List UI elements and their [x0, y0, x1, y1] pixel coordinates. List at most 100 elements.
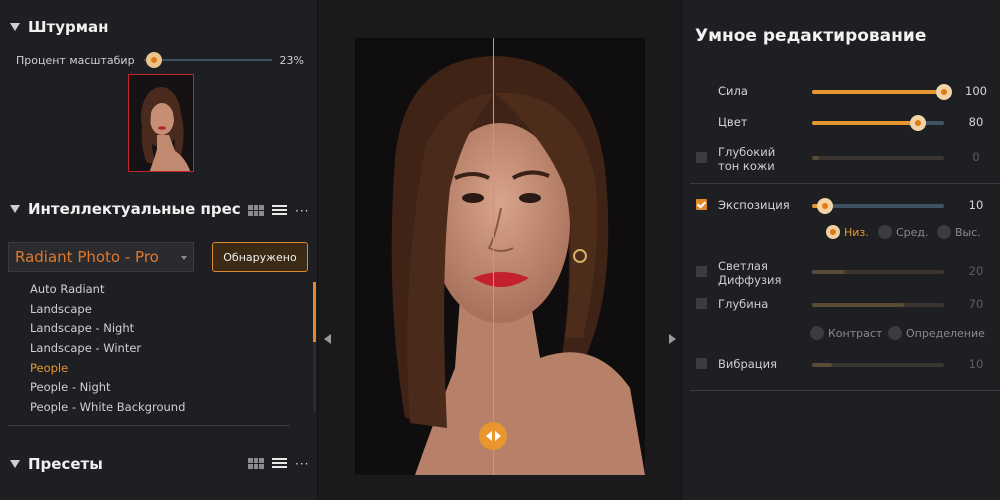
collapse-triangle-icon[interactable] [10, 23, 20, 31]
preset-item[interactable]: People - Night [30, 378, 300, 398]
list-view-icon[interactable] [272, 205, 287, 216]
arrow-right-icon [494, 431, 501, 441]
divider [690, 183, 1000, 184]
preset-item[interactable]: People - White Background [30, 398, 300, 418]
control-label: Глубина [718, 297, 769, 311]
zoom-slider-handle[interactable] [146, 52, 163, 68]
navigator-header[interactable]: Штурман [10, 18, 109, 36]
portrait-thumbnail-image [129, 75, 193, 171]
before-after-divider[interactable] [493, 38, 494, 475]
next-image-icon[interactable] [669, 334, 676, 344]
control-slider-fill [812, 363, 832, 367]
preset-list-scroll-thumb[interactable] [313, 282, 316, 342]
mode-radio[interactable]: Определение [888, 326, 985, 340]
ai-preset-list: Auto Radiant Landscape Landscape - Night La… [30, 280, 300, 418]
control-value: 0 [972, 150, 980, 164]
enable-checkbox[interactable] [696, 298, 707, 309]
control-slider[interactable] [812, 84, 952, 100]
control-slider-handle[interactable] [909, 115, 926, 131]
control-slider[interactable] [812, 156, 944, 160]
preset-list-scrollbar[interactable] [313, 282, 316, 412]
preview-area [319, 0, 681, 500]
mode-radio[interactable]: Выс. [937, 225, 981, 239]
smart-edit-panel: Умное редактирование Сила 100 Цвет 80 Глубок… [681, 0, 1000, 500]
mode-radio-label: Сред. [896, 225, 929, 239]
control-label: Светлая Диффузия [718, 259, 782, 287]
mode-radio[interactable]: Контраст [810, 326, 882, 340]
radio-dot-icon [878, 225, 892, 239]
zoom-label: Процент масштабиро [16, 53, 134, 67]
ai-presets-header[interactable]: Интеллектуальные пресеты ··· [10, 200, 310, 218]
before-after-photo[interactable] [355, 38, 645, 475]
control-slider[interactable] [812, 363, 944, 367]
ai-presets-view-controls: ··· [248, 205, 309, 217]
control-label: Глубокий тон кожи [718, 145, 776, 173]
control-slider-fill [812, 270, 845, 274]
control-label: Вибрация [718, 357, 778, 371]
more-options-icon[interactable]: ··· [295, 458, 309, 470]
preset-item[interactable]: Landscape - Night [30, 319, 300, 339]
control-slider-handle[interactable] [936, 84, 952, 100]
control-value: 10 [968, 357, 984, 371]
enable-checkbox[interactable] [696, 266, 707, 277]
zoom-value: 23% [279, 53, 304, 67]
preset-item[interactable]: Landscape - Winter [30, 339, 300, 359]
previous-image-icon[interactable] [324, 334, 331, 344]
divider [8, 425, 290, 426]
presets-header[interactable]: Пресеты ··· [10, 455, 310, 473]
enable-checkbox[interactable] [696, 199, 707, 210]
zoom-row: Процент масштабиро 23% [16, 52, 304, 68]
left-panel: Штурман Процент масштабиро 23% Интеллект… [0, 0, 318, 500]
smart-edit-title: Умное редактирование [695, 26, 927, 46]
radio-dot-icon [888, 326, 902, 340]
grid-view-icon[interactable] [248, 205, 264, 216]
enable-checkbox[interactable] [696, 152, 707, 163]
more-options-icon[interactable]: ··· [295, 205, 309, 217]
list-view-icon[interactable] [272, 458, 287, 469]
mode-radio-group: Контраст Определение [682, 326, 1000, 344]
mode-radio-group: Низ. Сред. Выс. [682, 225, 1000, 243]
navigator-thumbnail[interactable] [128, 74, 194, 172]
preset-pack-select[interactable]: Radiant Photo - Pro [8, 242, 194, 272]
radio-dot-icon [810, 326, 824, 340]
preset-item[interactable]: Landscape [30, 300, 300, 320]
mode-radio[interactable]: Сред. [878, 225, 929, 239]
control-slider[interactable] [812, 270, 944, 274]
grid-view-icon[interactable] [248, 458, 264, 469]
radio-dot-icon [937, 225, 951, 239]
radio-dot-icon [826, 225, 840, 239]
control-slider[interactable] [812, 115, 944, 131]
presets-view-controls: ··· [248, 458, 309, 470]
arrow-left-icon [485, 431, 492, 441]
mode-radio-label: Низ. [844, 225, 869, 239]
control-slider-fill [812, 156, 819, 160]
control-slider[interactable] [812, 303, 944, 307]
preset-pack-value: Radiant Photo - Pro [15, 248, 159, 266]
control-label: Цвет [718, 115, 748, 129]
control-value: 10 [968, 198, 984, 212]
preset-item[interactable]: Auto Radiant [30, 280, 300, 300]
control-label: Экспозиция [718, 198, 790, 212]
divider [690, 390, 1000, 391]
collapse-triangle-icon[interactable] [10, 460, 20, 468]
before-after-handle[interactable] [479, 422, 507, 450]
mode-radio-label: Контраст [828, 326, 883, 340]
control-value: 20 [968, 264, 984, 278]
collapse-triangle-icon[interactable] [10, 205, 20, 213]
control-slider[interactable] [812, 198, 944, 214]
mode-radio-label: Выс. [955, 225, 981, 239]
control-slider-handle[interactable] [817, 198, 834, 214]
control-value: 70 [968, 297, 984, 311]
chevron-down-icon [181, 256, 187, 260]
zoom-slider[interactable] [143, 52, 272, 68]
enable-checkbox[interactable] [696, 358, 707, 369]
mode-radio-label: Определение [906, 326, 985, 340]
detect-button[interactable]: Обнаружено [212, 242, 308, 272]
control-slider-fill [812, 90, 944, 94]
control-value: 100 [965, 84, 987, 98]
control-slider-fill [812, 303, 905, 307]
mode-radio[interactable]: Низ. [826, 225, 869, 239]
control-slider-fill [812, 121, 918, 125]
navigator-title: Штурман [28, 18, 109, 36]
preset-item[interactable]: People [30, 359, 300, 379]
